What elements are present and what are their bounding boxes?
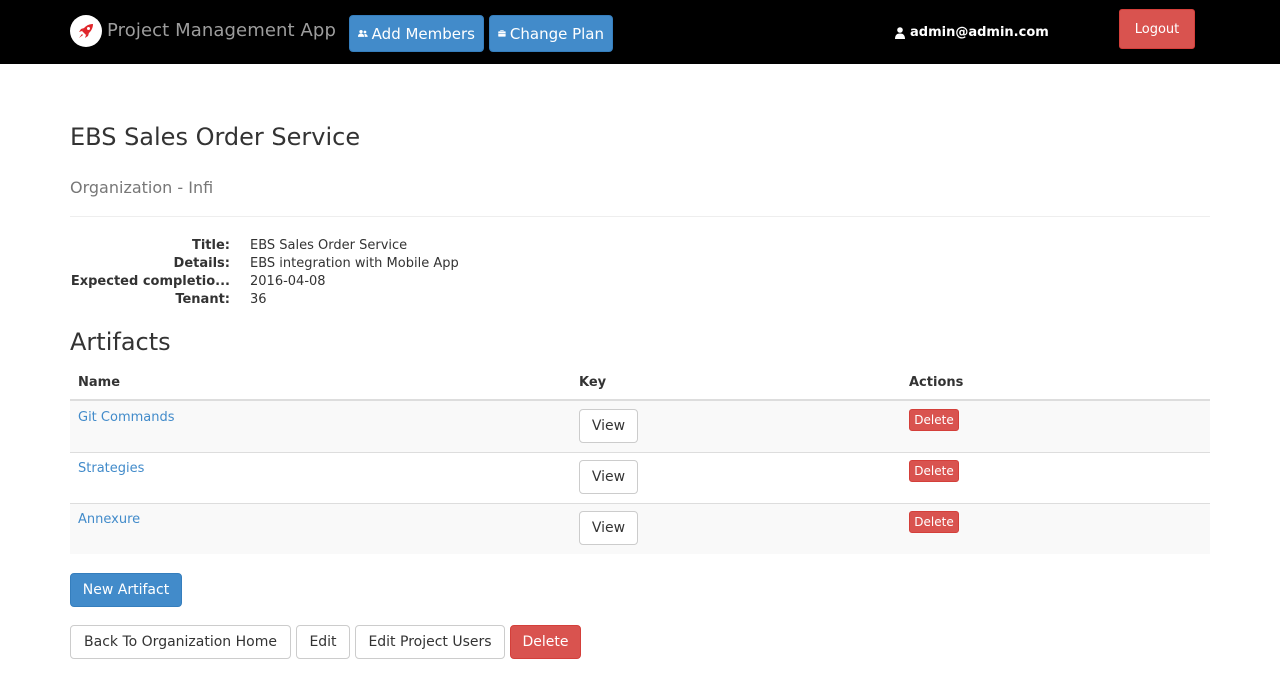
users-icon bbox=[358, 29, 368, 37]
user-menu[interactable]: admin@admin.com bbox=[895, 25, 1049, 40]
column-header-name: Name bbox=[78, 375, 121, 390]
table-row: Git Commands View Delete bbox=[70, 401, 1210, 452]
change-plan-label: Change Plan bbox=[509, 24, 604, 43]
view-button[interactable]: View bbox=[579, 460, 638, 494]
organization-subtitle: Organization - Infi bbox=[70, 178, 214, 197]
artifact-link[interactable]: Git Commands bbox=[78, 410, 175, 425]
column-header-key: Key bbox=[579, 375, 607, 390]
detail-term-title: Title: bbox=[191, 238, 230, 253]
artifacts-heading: Artifacts bbox=[70, 328, 171, 356]
add-members-button[interactable]: Add Members bbox=[349, 15, 484, 52]
detail-value-details: EBS integration with Mobile App bbox=[250, 256, 459, 271]
divider bbox=[70, 216, 1210, 217]
detail-value-tenant: 36 bbox=[250, 292, 267, 307]
page-title: EBS Sales Order Service bbox=[70, 123, 361, 151]
detail-value-title: EBS Sales Order Service bbox=[250, 238, 408, 253]
briefcase-icon bbox=[498, 30, 506, 37]
detail-term-details: Details: bbox=[173, 256, 230, 271]
table-row: Annexure View Delete bbox=[70, 503, 1210, 554]
rocket-icon bbox=[79, 24, 93, 38]
top-navbar: Project Management App Add Members Chang… bbox=[0, 0, 1280, 64]
table-row: Strategies View Delete bbox=[70, 452, 1210, 503]
user-icon bbox=[895, 26, 905, 39]
detail-term-tenant: Tenant: bbox=[175, 292, 230, 307]
row-border bbox=[70, 503, 1210, 504]
brand-name[interactable]: Project Management App bbox=[107, 20, 336, 41]
change-plan-button[interactable]: Change Plan bbox=[489, 15, 613, 52]
edit-project-users-button[interactable]: Edit Project Users bbox=[355, 625, 505, 659]
column-header-actions: Actions bbox=[909, 375, 964, 390]
detail-value-expected-completion: 2016-04-08 bbox=[250, 274, 326, 289]
artifact-link[interactable]: Strategies bbox=[78, 461, 144, 476]
user-email: admin@admin.com bbox=[910, 25, 1049, 40]
view-button[interactable]: View bbox=[579, 511, 638, 545]
row-border bbox=[70, 452, 1210, 453]
add-members-label: Add Members bbox=[371, 24, 475, 43]
back-to-organization-button[interactable]: Back To Organization Home bbox=[70, 625, 291, 659]
new-artifact-button[interactable]: New Artifact bbox=[70, 573, 182, 607]
detail-term-expected-completion: Expected completio... bbox=[70, 274, 230, 289]
logout-button[interactable]: Logout bbox=[1119, 9, 1195, 49]
delete-artifact-button[interactable]: Delete bbox=[909, 409, 959, 431]
edit-button[interactable]: Edit bbox=[296, 625, 350, 659]
artifact-link[interactable]: Annexure bbox=[78, 512, 140, 527]
view-button[interactable]: View bbox=[579, 409, 638, 443]
brand-logo[interactable] bbox=[70, 15, 102, 47]
delete-artifact-button[interactable]: Delete bbox=[909, 511, 959, 533]
delete-project-button[interactable]: Delete bbox=[510, 625, 581, 659]
delete-artifact-button[interactable]: Delete bbox=[909, 460, 959, 482]
